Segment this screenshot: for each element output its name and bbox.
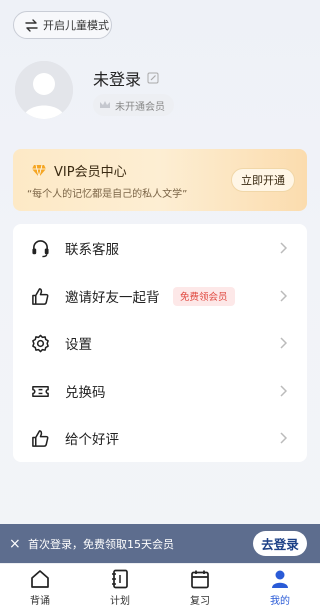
vip-subtitle: “每个人的记忆都是自己的私人文学”	[27, 189, 188, 200]
gear-icon	[32, 334, 49, 352]
login-promo-banner: × 首次登录，免费领取15天会员 去登录	[0, 524, 320, 563]
crown-icon	[100, 101, 110, 108]
menu-item-label: 给个好评	[65, 432, 119, 448]
menu-item-label: 设置	[65, 337, 92, 353]
menu-item-label: 联系客服	[65, 242, 119, 258]
menu-list: 联系客服 邀请好友一起背 免费领会员 设置 兑换码 给个好评	[13, 224, 307, 462]
username: 未登录	[93, 70, 142, 89]
tab-label: 背诵	[30, 596, 50, 607]
diamond-icon	[32, 164, 46, 177]
member-status-label: 未开通会员	[115, 101, 165, 113]
swap-arrows-icon	[25, 18, 38, 32]
thumbs-up-icon	[32, 429, 49, 447]
menu-item-settings[interactable]: 设置	[13, 320, 307, 366]
calendar-icon	[191, 570, 209, 589]
menu-item-label: 兑换码	[65, 385, 106, 401]
kids-mode-button[interactable]: 开启儿童模式	[13, 11, 112, 39]
tab-label: 我的	[270, 596, 290, 607]
menu-item-rate-app[interactable]: 给个好评	[13, 415, 307, 461]
headset-icon	[32, 239, 49, 257]
edit-icon[interactable]	[147, 72, 159, 84]
menu-item-invite-friends[interactable]: 邀请好友一起背 免费领会员	[13, 273, 307, 319]
open-vip-button[interactable]: 立即开通	[231, 168, 295, 192]
person-icon	[272, 570, 288, 588]
chevron-right-icon	[280, 385, 287, 397]
tab-label: 计划	[110, 596, 130, 607]
member-status-badge: 未开通会员	[93, 94, 174, 116]
house-icon	[31, 570, 49, 588]
thumbs-up-icon	[32, 287, 49, 305]
login-button[interactable]: 去登录	[253, 531, 307, 556]
avatar[interactable]	[15, 61, 73, 119]
username-row[interactable]: 未登录	[93, 66, 159, 90]
chevron-right-icon	[280, 290, 287, 302]
bottom-tab-bar: 背诵 计划 复习 我的	[0, 563, 320, 611]
menu-item-redeem-code[interactable]: 兑换码	[13, 368, 307, 414]
vip-center-card[interactable]: VIP会员中心 “每个人的记忆都是自己的私人文学” 立即开通	[13, 149, 307, 211]
chevron-right-icon	[280, 432, 287, 444]
default-avatar-icon	[15, 61, 73, 119]
tab-plan[interactable]: 计划	[80, 569, 160, 609]
chevron-right-icon	[280, 242, 287, 254]
chevron-right-icon	[280, 337, 287, 349]
tab-label: 复习	[190, 596, 210, 607]
free-membership-tag: 免费领会员	[173, 286, 235, 306]
tab-review[interactable]: 复习	[160, 569, 240, 609]
tab-mine[interactable]: 我的	[240, 569, 320, 609]
menu-item-label: 邀请好友一起背	[65, 290, 160, 306]
kids-mode-label: 开启儿童模式	[43, 19, 109, 32]
banner-text: 首次登录，免费领取15天会员	[28, 537, 174, 551]
close-icon[interactable]: ×	[9, 536, 21, 552]
tab-recite[interactable]: 背诵	[0, 569, 80, 609]
notebook-icon	[112, 569, 128, 589]
menu-item-customer-service[interactable]: 联系客服	[13, 225, 307, 271]
vip-title: VIP会员中心	[54, 165, 127, 180]
ticket-icon	[32, 385, 49, 397]
